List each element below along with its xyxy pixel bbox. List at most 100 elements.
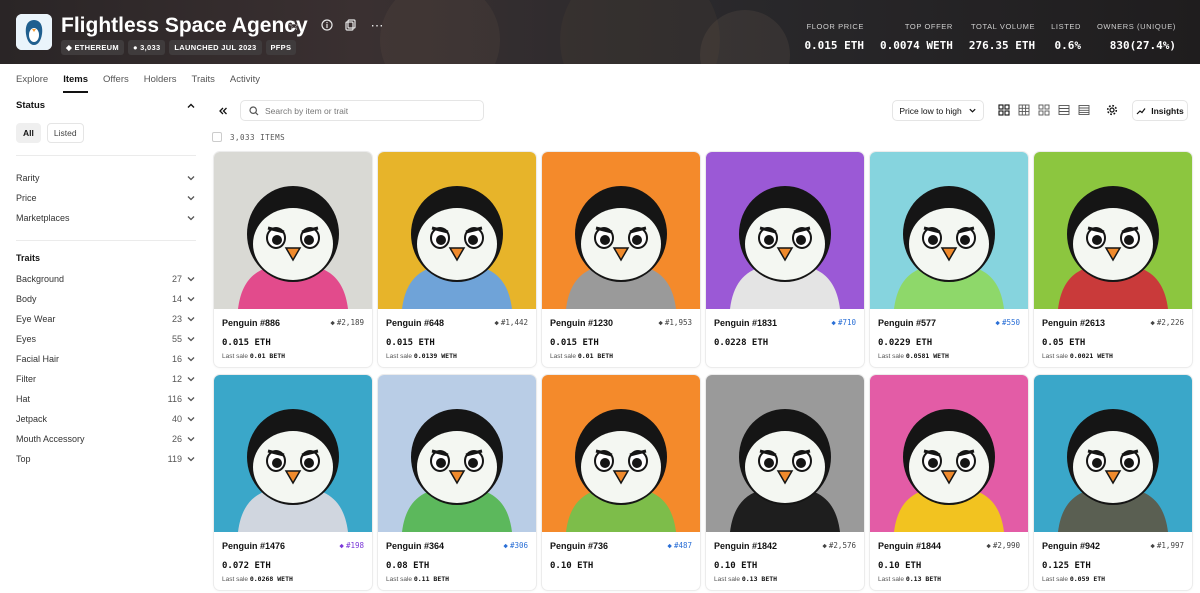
last-sale-label: Last sale <box>1042 353 1069 360</box>
trait-filter-row[interactable]: Eyes 55 <box>16 329 196 349</box>
nft-card[interactable]: Penguin #577 ◆ #550 0.0229 ETH Last sale 0.0… <box>870 152 1028 367</box>
nft-image[interactable] <box>706 152 864 309</box>
nft-price: 0.015 ETH <box>222 338 271 348</box>
nft-image[interactable] <box>378 375 536 532</box>
settings-gear-icon[interactable] <box>1106 104 1118 116</box>
nft-name: Penguin #1476 <box>222 541 286 551</box>
items-count: 3,033 ITEMS <box>230 132 286 142</box>
nft-card[interactable]: Penguin #1842 ◆ #2,576 0.10 ETH Last sale 0.… <box>706 375 864 590</box>
nft-price: 0.10 ETH <box>550 561 594 571</box>
nft-card[interactable]: Penguin #942 ◆ #1,997 0.125 ETH Last sale 0.… <box>1034 375 1192 590</box>
nft-name: Penguin #648 <box>386 318 445 328</box>
chain-chip: ◆ ETHEREUM <box>61 40 124 55</box>
nft-name: Penguin #1842 <box>714 541 778 551</box>
grid-large-icon[interactable] <box>998 104 1010 116</box>
nft-image[interactable] <box>214 375 372 532</box>
nft-card[interactable]: Penguin #886 ◆ #2,189 0.015 ETH Last sale 0.… <box>214 152 372 367</box>
nft-image[interactable] <box>870 375 1028 532</box>
grid-small-icon[interactable] <box>1038 104 1050 116</box>
trait-count-group: 16 <box>172 354 196 364</box>
last-sale-value: 0.0021 WETH <box>1069 352 1113 360</box>
collection-chips: ◆ ETHEREUM ● 3,033 LAUNCHED JUL 2023 PFP… <box>61 40 297 55</box>
last-sale: Last sale 0.059 ETH <box>1042 575 1105 583</box>
nft-card[interactable]: Penguin #648 ◆ #1,442 0.015 ETH Last sale 0.… <box>378 152 536 367</box>
nft-image[interactable] <box>542 152 700 309</box>
more-options-icon[interactable]: ⋯ <box>370 19 384 33</box>
trait-filter-row[interactable]: Background 27 <box>16 269 196 289</box>
tab-traits[interactable]: Traits <box>192 74 215 93</box>
status-all-button[interactable]: All <box>16 123 41 143</box>
insights-button[interactable]: Insights <box>1132 100 1188 121</box>
last-sale-label: Last sale <box>386 353 413 360</box>
copy-icon[interactable] <box>344 19 358 33</box>
trait-filter-row[interactable]: Body 14 <box>16 289 196 309</box>
trait-count: 16 <box>171 354 182 364</box>
rarity-rank-badge: ◆ #1,953 <box>658 318 692 327</box>
last-sale-value: 0.0139 WETH <box>413 352 457 360</box>
search-input[interactable] <box>265 105 465 116</box>
trait-count-group: 40 <box>172 414 196 424</box>
status-section-header[interactable]: Status <box>16 100 196 111</box>
filter-marketplaces[interactable]: Marketplaces <box>16 208 196 228</box>
select-all-checkbox[interactable] <box>212 132 222 142</box>
nft-price: 0.10 ETH <box>878 561 922 571</box>
last-sale-label: Last sale <box>222 576 249 583</box>
tab-explore[interactable]: Explore <box>16 74 48 93</box>
rarity-rank-badge: ◆ #2,189 <box>330 318 364 327</box>
nft-image[interactable] <box>214 152 372 309</box>
tab-activity[interactable]: Activity <box>230 74 260 93</box>
trait-filter-row[interactable]: Top 119 <box>16 449 196 469</box>
nft-image[interactable] <box>542 375 700 532</box>
trait-filter-row[interactable]: Jetpack 40 <box>16 409 196 429</box>
trait-filter-row[interactable]: Hat 116 <box>16 389 196 409</box>
last-sale-value: 0.01 BETH <box>577 352 614 360</box>
filter-rarity[interactable]: Rarity <box>16 168 196 188</box>
last-sale: Last sale 0.11 BETH <box>386 575 449 583</box>
tab-offers[interactable]: Offers <box>103 74 129 93</box>
nft-name: Penguin #942 <box>1042 541 1101 551</box>
chevron-down-icon <box>187 196 195 201</box>
rarity-rank: #2,189 <box>336 318 364 327</box>
nft-card[interactable]: Penguin #1831 ◆ #710 0.0228 ETH <box>706 152 864 367</box>
tab-holders[interactable]: Holders <box>144 74 177 93</box>
chevron-down-icon <box>187 317 195 322</box>
diamond-icon: ◆ <box>995 318 1000 327</box>
grid-medium-icon[interactable] <box>1018 104 1030 116</box>
penguin-artwork <box>378 152 536 309</box>
nft-image[interactable] <box>706 375 864 532</box>
tab-items[interactable]: Items <box>63 74 89 93</box>
trait-filter-row[interactable]: Eye Wear 23 <box>16 309 196 329</box>
info-icon[interactable] <box>320 19 334 33</box>
list-view-icon[interactable] <box>1058 104 1070 116</box>
nft-image[interactable] <box>870 152 1028 309</box>
table-view-icon[interactable] <box>1078 104 1090 116</box>
trait-filter-row[interactable]: Facial Hair 16 <box>16 349 196 369</box>
status-listed-button[interactable]: Listed <box>46 123 84 143</box>
filter-price[interactable]: Price <box>16 188 196 208</box>
nft-image[interactable] <box>378 152 536 309</box>
trait-name: Background <box>16 274 65 284</box>
last-sale: Last sale 0.0581 WETH <box>878 352 949 360</box>
nft-card[interactable]: Penguin #364 ◆ #306 0.08 ETH Last sale 0.11 … <box>378 375 536 590</box>
nft-name: Penguin #2613 <box>1042 318 1106 328</box>
nft-price: 0.0228 ETH <box>714 338 769 348</box>
rarity-rank-badge: ◆ #550 <box>995 318 1020 327</box>
favorite-star-icon[interactable]: ☆ <box>287 19 301 33</box>
nft-card[interactable]: Penguin #736 ◆ #487 0.10 ETH <box>542 375 700 590</box>
search-box[interactable] <box>240 100 484 121</box>
trait-filter-row[interactable]: Filter 12 <box>16 369 196 389</box>
nft-card[interactable]: Penguin #1476 ◆ #198 0.072 ETH Last sale 0.0… <box>214 375 372 590</box>
nft-image[interactable] <box>1034 152 1192 309</box>
nft-card[interactable]: Penguin #1844 ◆ #2,990 0.10 ETH Last sale 0.… <box>870 375 1028 590</box>
rarity-rank: #487 <box>673 541 692 550</box>
collapse-sidebar-button[interactable] <box>212 100 234 121</box>
rarity-rank: #198 <box>345 541 364 550</box>
sort-dropdown[interactable]: Price low to high <box>892 100 984 121</box>
nft-card[interactable]: Penguin #2613 ◆ #2,226 0.05 ETH Last sale 0.… <box>1034 152 1192 367</box>
nft-image[interactable] <box>1034 375 1192 532</box>
nft-card[interactable]: Penguin #1230 ◆ #1,953 0.015 ETH Last sale 0… <box>542 152 700 367</box>
rarity-rank-badge: ◆ #2,226 <box>1150 318 1184 327</box>
trait-count: 12 <box>171 374 182 384</box>
trait-filter-row[interactable]: Mouth Accessory 26 <box>16 429 196 449</box>
last-sale-label: Last sale <box>878 576 905 583</box>
